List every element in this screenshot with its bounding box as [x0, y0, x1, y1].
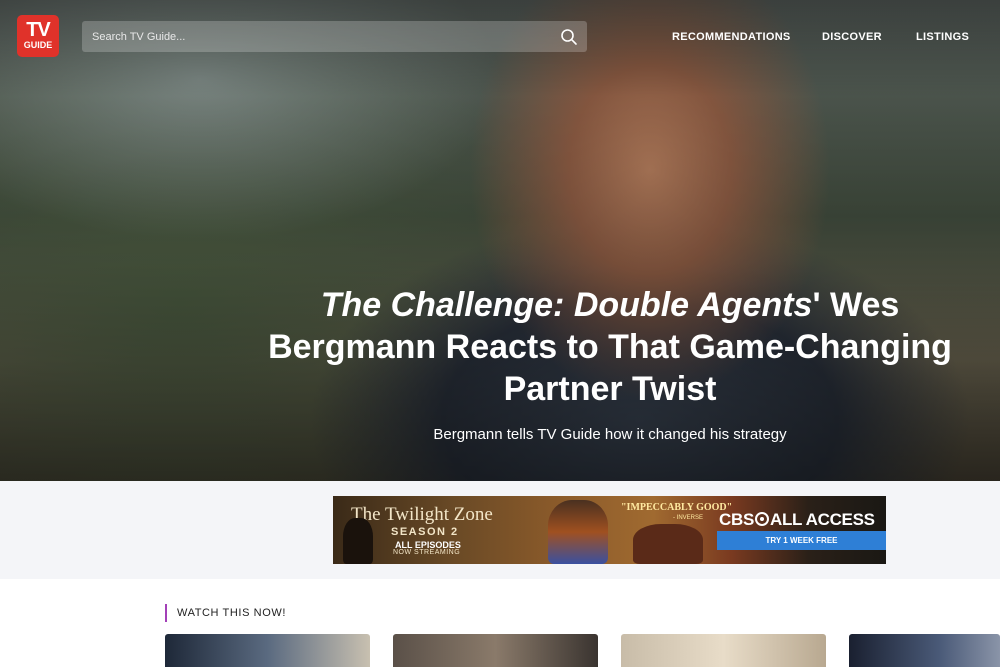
ad-figure-center [548, 500, 608, 564]
cbs-eye-icon [755, 512, 769, 526]
search-input[interactable] [82, 21, 552, 52]
watch-now-card[interactable] [165, 634, 370, 667]
nav-recommendations[interactable]: RECOMMENDATIONS [672, 31, 791, 43]
logo-guide-text: GUIDE [23, 40, 53, 50]
ad-review-quote: "IMPECCABLY GOOD" [621, 502, 733, 513]
watch-now-card[interactable] [849, 634, 1000, 667]
ad-show-title: The Twilight Zone [351, 504, 493, 525]
section-title-watch-now: WATCH THIS NOW! [165, 604, 286, 622]
ad-figure-left [343, 518, 373, 564]
search-bar [82, 21, 587, 52]
ad-review-source: - INVERSE [673, 515, 704, 521]
ad-network-all-access: ALL ACCESS [770, 510, 875, 529]
nav-discover[interactable]: DISCOVER [822, 31, 882, 43]
search-icon[interactable] [560, 28, 578, 46]
tv-guide-logo[interactable]: TV GUIDE [17, 15, 59, 57]
logo-tv-text: TV [26, 19, 51, 41]
hero-headline-show: The Challenge: Double Agents [320, 286, 813, 324]
hero-subheadline: Bergmann tells TV Guide how it changed h… [433, 426, 787, 443]
ad-now-streaming: NOW STREAMING [393, 549, 461, 556]
ad-network-cbs: CBS [719, 510, 754, 529]
ad-figure-right [633, 524, 703, 564]
watch-now-card[interactable] [621, 634, 826, 667]
hero-headline[interactable]: The Challenge: Double Agents' Wes Bergma… [260, 284, 960, 410]
advertisement-banner[interactable]: The Twilight Zone SEASON 2 ALL EPISODES … [333, 496, 886, 564]
ad-network-logo: CBS ALL ACCESS [719, 510, 875, 530]
ad-cta-button[interactable]: TRY 1 WEEK FREE [717, 531, 886, 550]
ad-season: SEASON 2 [391, 526, 459, 538]
nav-listings[interactable]: LISTINGS [916, 31, 969, 43]
watch-now-card[interactable] [393, 634, 598, 667]
